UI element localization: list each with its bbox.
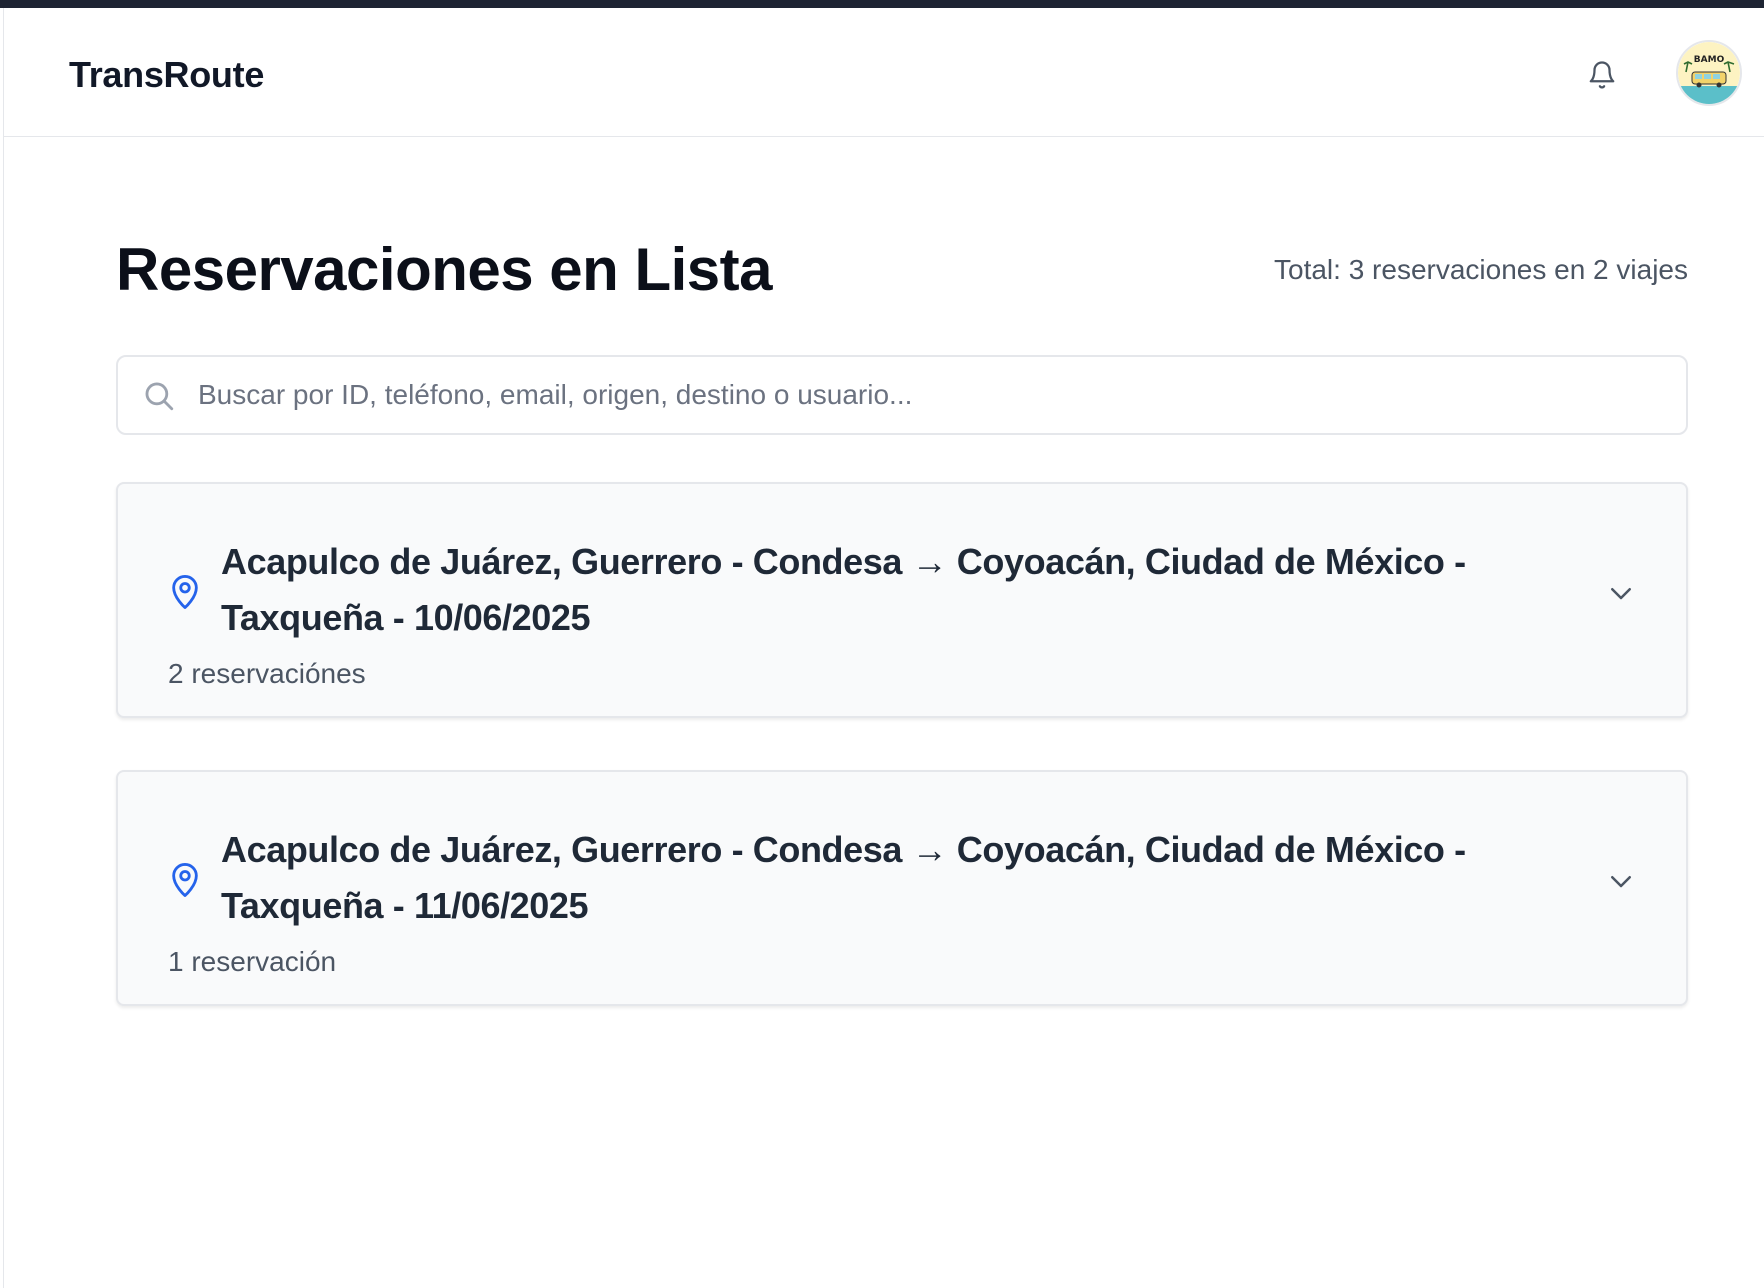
top-stripe bbox=[0, 0, 1764, 8]
chevron-down-icon[interactable] bbox=[1606, 578, 1636, 608]
chevron-down-icon[interactable] bbox=[1606, 866, 1636, 896]
trip-group-card[interactable]: Acapulco de Juárez, Guerrero - Condesa →… bbox=[116, 770, 1688, 1006]
bell-icon bbox=[1589, 61, 1615, 89]
trip-route-title: Acapulco de Juárez, Guerrero - Condesa →… bbox=[221, 541, 1466, 638]
map-pin-icon bbox=[172, 863, 198, 897]
notifications-button[interactable] bbox=[1584, 54, 1620, 96]
total-summary: Total: 3 reservaciones en 2 viajes bbox=[1274, 254, 1688, 285]
trip-reservation-count: 2 reservaciónes bbox=[168, 658, 366, 689]
search-box bbox=[116, 355, 1688, 435]
page-title: Reservaciones en Lista bbox=[116, 236, 773, 303]
search-input[interactable] bbox=[198, 357, 1658, 433]
trip-group-card[interactable]: Acapulco de Juárez, Guerrero - Condesa →… bbox=[116, 482, 1688, 718]
trip-route-title: Acapulco de Juárez, Guerrero - Condesa →… bbox=[221, 829, 1466, 926]
map-pin-icon bbox=[172, 575, 198, 609]
app-header: TransRoute BAMO bbox=[4, 8, 1764, 137]
left-divider bbox=[3, 8, 4, 1288]
user-avatar[interactable]: BAMO bbox=[1676, 40, 1742, 106]
avatar-image: BAMO bbox=[1678, 42, 1740, 104]
search-icon bbox=[145, 382, 174, 411]
brand-logo-text[interactable]: TransRoute bbox=[69, 54, 264, 96]
avatar-text: BAMO bbox=[1694, 55, 1725, 65]
trip-reservation-count: 1 reservación bbox=[168, 946, 337, 977]
